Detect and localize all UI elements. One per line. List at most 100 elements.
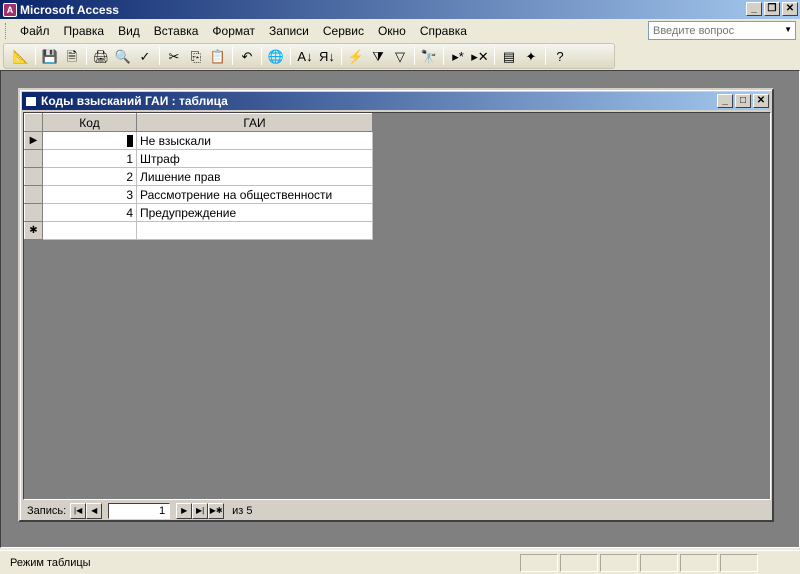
last-record-button[interactable]: ▶| <box>192 503 209 519</box>
cell-gai-new[interactable] <box>136 221 373 240</box>
status-pane <box>600 553 638 572</box>
cell-code[interactable]: 1 <box>42 149 137 168</box>
cell-gai[interactable]: Лишение прав <box>136 167 373 186</box>
select-all-corner[interactable] <box>24 113 43 132</box>
menu-insert[interactable]: Вставка <box>148 24 207 38</box>
menu-edit[interactable]: Правка <box>58 24 113 38</box>
child-maximize-button[interactable]: □ <box>735 94 751 108</box>
header-row: Код ГАИ <box>24 113 373 132</box>
new-record-button[interactable]: ▶✱ <box>208 503 225 519</box>
toolbar-separator <box>232 47 233 65</box>
filter-by-form-icon[interactable]: ⧩ <box>367 46 389 66</box>
row-selector[interactable] <box>24 149 43 168</box>
status-pane <box>720 553 758 572</box>
row-selector[interactable] <box>24 185 43 204</box>
search-file-icon[interactable]: 🗎 <box>61 46 83 66</box>
previous-record-button[interactable]: ◀ <box>86 503 103 519</box>
toolbar-separator <box>545 47 546 65</box>
menu-tools[interactable]: Сервис <box>317 24 372 38</box>
ask-question-input[interactable] <box>648 21 796 40</box>
undo-icon[interactable]: ↶ <box>236 46 258 66</box>
status-bar: Режим таблицы <box>0 550 800 574</box>
row-selector[interactable] <box>24 203 43 222</box>
datasheet-table: Код ГАИ ▶ Не взыскали 1 Штраф 2 Лишение … <box>24 113 373 240</box>
new-object-icon[interactable]: ✦ <box>520 46 542 66</box>
paste-icon[interactable]: 📋 <box>207 46 229 66</box>
ask-question-dropdown-icon[interactable]: ▼ <box>784 25 792 34</box>
table-row: 1 Штраф <box>24 149 373 168</box>
filter-by-selection-icon[interactable]: ⚡ <box>345 46 367 66</box>
cell-code[interactable]: 2 <box>42 167 137 186</box>
toolbar-separator <box>414 47 415 65</box>
record-number-input[interactable]: 1 <box>108 503 171 519</box>
table-window: Коды взысканий ГАИ : таблица _ □ ✕ Код Г… <box>18 88 774 522</box>
table-row: 3 Рассмотрение на общественности <box>24 185 373 204</box>
child-minimize-button[interactable]: _ <box>717 94 733 108</box>
cell-code[interactable]: 4 <box>42 203 137 222</box>
menu-records[interactable]: Записи <box>263 24 317 38</box>
restore-button[interactable]: ❐ <box>764 2 780 16</box>
row-selector-current[interactable]: ▶ <box>24 131 43 150</box>
toolbar-separator <box>494 47 495 65</box>
print-preview-icon[interactable]: 🔍 <box>112 46 134 66</box>
toolbar-separator <box>35 47 36 65</box>
record-label: Запись: <box>27 505 67 517</box>
menu-format[interactable]: Формат <box>206 24 263 38</box>
delete-record-icon[interactable]: ▸✕ <box>469 46 491 66</box>
cell-gai[interactable]: Рассмотрение на общественности <box>136 185 373 204</box>
new-record-selector[interactable]: ✱ <box>24 221 43 240</box>
menu-file[interactable]: Файл <box>14 24 58 38</box>
apply-filter-icon[interactable]: ▽ <box>389 46 411 66</box>
datasheet: Код ГАИ ▶ Не взыскали 1 Штраф 2 Лишение … <box>23 112 771 500</box>
print-icon[interactable]: 🖨 <box>90 46 112 66</box>
new-record-icon[interactable]: ▸* <box>447 46 469 66</box>
cell-gai[interactable]: Не взыскали <box>136 131 373 150</box>
cell-gai[interactable]: Предупреждение <box>136 203 373 222</box>
record-count: из 5 <box>232 505 253 517</box>
first-record-button[interactable]: |◀ <box>70 503 87 519</box>
column-header-code[interactable]: Код <box>42 113 137 132</box>
menu-window[interactable]: Окно <box>372 24 414 38</box>
status-pane <box>560 553 598 572</box>
sort-descending-icon[interactable]: Я↓ <box>316 46 338 66</box>
help-icon[interactable]: ? <box>549 46 571 66</box>
cell-gai[interactable]: Штраф <box>136 149 373 168</box>
view-design-icon[interactable]: 📐 <box>10 46 32 66</box>
status-pane <box>640 553 678 572</box>
child-close-button[interactable]: ✕ <box>753 94 769 108</box>
new-record-row: ✱ <box>24 221 373 240</box>
toolbar-separator <box>341 47 342 65</box>
minimize-button[interactable]: _ <box>746 2 762 16</box>
app-title: Microsoft Access <box>20 2 119 17</box>
toolbar-separator <box>159 47 160 65</box>
row-selector[interactable] <box>24 167 43 186</box>
toolbar-separator <box>86 47 87 65</box>
access-logo-icon: A <box>3 2 17 17</box>
toolbar-separator <box>290 47 291 65</box>
find-icon[interactable]: 🔭 <box>418 46 440 66</box>
cut-icon[interactable]: ✂ <box>163 46 185 66</box>
spelling-icon[interactable]: ✓ <box>134 46 156 66</box>
hyperlink-icon[interactable]: 🌐 <box>265 46 287 66</box>
column-header-gai[interactable]: ГАИ <box>136 113 373 132</box>
table-window-title-bar[interactable]: Коды взысканий ГАИ : таблица _ □ ✕ <box>22 92 770 110</box>
table-row: 2 Лишение прав <box>24 167 373 186</box>
menu-help[interactable]: Справка <box>414 24 475 38</box>
text-cursor <box>127 135 133 148</box>
next-record-button[interactable]: ▶ <box>176 503 193 519</box>
status-pane <box>680 553 718 572</box>
copy-icon[interactable]: ⎘ <box>185 46 207 66</box>
menu-grip[interactable] <box>5 23 8 39</box>
sort-ascending-icon[interactable]: A↓ <box>294 46 316 66</box>
database-toolbar: 📐 💾 🗎 🖨 🔍 ✓ ✂ ⎘ 📋 ↶ 🌐 A↓ Я↓ ⚡ ⧩ ▽ 🔭 ▸* ▸… <box>3 43 615 69</box>
app-title-bar: A Microsoft Access _ ❐ ✕ <box>0 0 800 19</box>
table-row: ▶ Не взыскали <box>24 131 373 150</box>
menu-view[interactable]: Вид <box>112 24 148 38</box>
save-icon[interactable]: 💾 <box>39 46 61 66</box>
cell-code[interactable]: 3 <box>42 185 137 204</box>
close-button[interactable]: ✕ <box>782 2 798 16</box>
cell-code[interactable] <box>42 131 137 150</box>
cell-code-new[interactable] <box>42 221 137 240</box>
status-pane <box>520 553 558 572</box>
database-window-icon[interactable]: ▤ <box>498 46 520 66</box>
